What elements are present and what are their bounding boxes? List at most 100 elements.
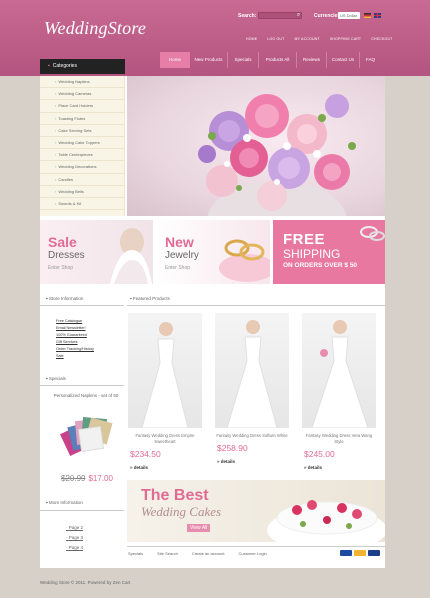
info-link[interactable]: Order Tracking/History	[56, 346, 94, 353]
top-link-home[interactable]: HOME	[246, 37, 257, 41]
category-item[interactable]: Table Centerpieces	[40, 149, 124, 162]
info-link[interactable]: Free Catalogue	[56, 318, 94, 325]
footer-link-specials[interactable]: Specials	[128, 551, 143, 556]
nav-faq[interactable]: FAQ	[359, 52, 381, 68]
german-flag-icon[interactable]	[364, 13, 371, 18]
wedding-cakes-banner[interactable]: The Best Wedding Cakes View All	[127, 480, 385, 542]
old-price: $20.99	[61, 474, 86, 483]
category-item[interactable]: Candles	[40, 174, 124, 186]
special-price: $20.99 $17.00	[61, 474, 113, 483]
more-info-link[interactable]: Page 2	[66, 523, 83, 533]
product-details-link[interactable]: details	[128, 465, 202, 470]
category-item[interactable]: Wedding Cake Toppers	[40, 137, 124, 150]
divider	[127, 546, 385, 547]
shipping-line-1: FREE	[283, 231, 326, 248]
info-link[interactable]: 100% Guaranteed	[56, 332, 94, 339]
footer-links: Specials Site Search Create an account C…	[128, 551, 267, 556]
product-name[interactable]: Fantasy Wedding Dress Vera Wang Style	[302, 433, 376, 445]
new-jewelry-banner[interactable]: New Jewelry Enter Shop	[157, 220, 270, 284]
categories-list: Wedding Napkins Wedding Cameras Place Ca…	[40, 76, 125, 216]
new-price: $17.00	[88, 474, 113, 483]
cake-view-all-link[interactable]: View All	[187, 524, 211, 532]
nav-contact-us[interactable]: Contact Us	[326, 52, 359, 68]
currency-select[interactable]: US Dollar	[338, 12, 360, 19]
category-item[interactable]: Toasting Flutes	[40, 113, 124, 125]
category-item[interactable]: Cake Serving Sets	[40, 125, 124, 137]
visa-icon	[368, 550, 380, 556]
sale-enter-shop-link[interactable]: Enter Shop	[48, 265, 73, 271]
divider	[40, 305, 124, 306]
main-nav: Home New Products Specials Products All …	[160, 52, 381, 68]
search-label: Search:	[238, 13, 257, 19]
category-item[interactable]: Wedding Decorations	[40, 161, 124, 174]
bride-dress-image	[141, 322, 189, 428]
cake-title: The Best	[141, 487, 209, 504]
category-item[interactable]: Place Card Holders	[40, 100, 124, 113]
product-image[interactable]	[302, 313, 376, 428]
category-item[interactable]: Swords & Kit	[40, 198, 124, 211]
shipping-line-3: ON ORDERS OVER $ 50	[283, 262, 358, 269]
product-name[interactable]: Fantasy Wedding Dress Softwin White	[215, 433, 289, 439]
more-info-title: More Information	[46, 500, 83, 505]
bride-dress-image	[311, 320, 369, 428]
top-link-shopping-cart[interactable]: SHOPPING CART	[330, 37, 362, 41]
category-item[interactable]: Wedding Napkins	[40, 76, 124, 89]
product-image[interactable]	[128, 313, 202, 428]
search-icon[interactable]: ⌕	[295, 12, 302, 19]
more-info-link[interactable]: Page 4	[66, 543, 83, 553]
product-card: Fantasy Wedding Dress Vera Wang Style $2…	[302, 313, 376, 470]
product-price: $234.50	[130, 449, 161, 459]
featured-products-title: Featured Products	[130, 296, 170, 301]
cake-subtitle: Wedding Cakes	[141, 504, 222, 519]
product-name[interactable]: Fantasy Wedding Dress Empire Sweetheart	[128, 433, 202, 445]
top-link-my-account[interactable]: MY ACCOUNT	[294, 37, 319, 41]
product-card: Fantasy Wedding Dress Empire Sweetheart …	[128, 313, 202, 470]
top-link-logout[interactable]: LOG OUT	[267, 37, 284, 41]
jewelry-title: New	[165, 234, 194, 250]
bride-dress-image	[226, 320, 278, 428]
special-product-name[interactable]: Personalized Napkins - set of 50	[52, 392, 120, 399]
paypal-icon	[340, 550, 352, 556]
store-info-title: Store Information	[46, 296, 84, 301]
divider	[40, 385, 124, 386]
nav-new-products[interactable]: New Products	[190, 52, 227, 68]
english-flag-icon[interactable]	[374, 13, 381, 18]
bouquet-illustration	[198, 94, 356, 216]
napkins-image[interactable]	[60, 410, 115, 458]
footer-link-site-search[interactable]: Site Search	[157, 551, 178, 556]
product-details-link[interactable]: details	[215, 459, 289, 464]
footer-link-create-account[interactable]: Create an account	[192, 551, 225, 556]
categories-heading: Categories	[40, 59, 125, 74]
more-info-links: Page 2 Page 3 Page 4	[66, 523, 83, 553]
store-logo[interactable]: WeddingStore	[44, 18, 146, 39]
copyright: Wedding Store © 2011. Powered by Zen Car…	[40, 580, 131, 585]
nav-home[interactable]: Home	[160, 52, 190, 68]
product-price: $245.00	[304, 449, 335, 459]
footer-link-customer-login[interactable]: Customer Login	[239, 551, 267, 556]
product-details-link[interactable]: details	[302, 465, 376, 470]
sale-dresses-banner[interactable]: Sale Dresses Enter Shop	[40, 220, 153, 284]
nav-products-all[interactable]: Products All	[258, 52, 296, 68]
jewelry-subtitle: Jewelry	[165, 250, 199, 261]
product-card: Fantasy Wedding Dress Softwin White $258…	[215, 313, 289, 464]
jewelry-enter-shop-link[interactable]: Enter Shop	[165, 265, 190, 271]
top-link-checkout[interactable]: CHECKOUT	[371, 37, 392, 41]
sale-title: Sale	[48, 234, 77, 250]
category-item[interactable]: Wedding Cameras	[40, 88, 124, 101]
product-image[interactable]	[215, 313, 289, 428]
hero-bouquet-image[interactable]	[127, 76, 385, 216]
product-price: $258.90	[217, 443, 248, 453]
info-link[interactable]: Email Newsletter!	[56, 325, 94, 332]
sale-subtitle: Dresses	[48, 250, 85, 261]
nav-specials[interactable]: Specials	[227, 52, 258, 68]
top-links: HOME LOG OUT MY ACCOUNT SHOPPING CART CH…	[246, 37, 393, 41]
free-shipping-banner[interactable]: FREE SHIPPING ON ORDERS OVER $ 50	[273, 220, 385, 284]
divider	[127, 305, 385, 306]
divider	[40, 510, 124, 511]
info-link[interactable]: Sale	[56, 353, 94, 360]
category-item[interactable]: Wedding Bells	[40, 186, 124, 198]
info-link[interactable]: Gift Services	[56, 339, 94, 346]
mastercard-icon	[354, 550, 366, 556]
more-info-link[interactable]: Page 3	[66, 533, 83, 543]
nav-reviews[interactable]: Reviews	[296, 52, 326, 68]
